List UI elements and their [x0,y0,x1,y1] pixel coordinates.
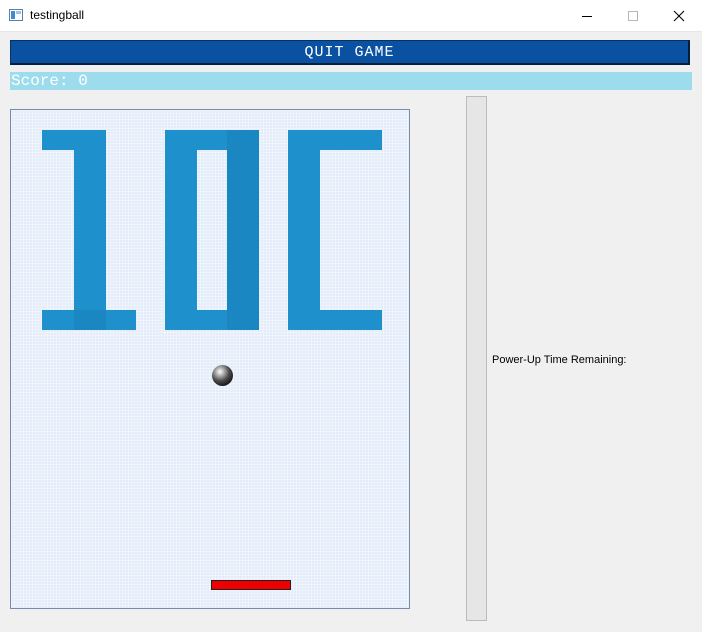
brick [42,310,74,330]
close-icon [673,10,685,21]
maximize-button[interactable] [610,0,656,31]
brick [288,130,320,330]
brick [106,310,136,330]
brick [74,130,106,150]
brick [165,130,197,330]
brick [74,150,106,310]
game-field [10,109,410,609]
minimize-icon [582,15,592,17]
brick [352,310,382,330]
brick [352,130,382,150]
close-button[interactable] [656,0,702,31]
brick [42,130,74,150]
minimize-button[interactable] [564,0,610,31]
maximize-icon [628,10,638,21]
brick [320,310,352,330]
title-bar: testingball [0,0,702,32]
brick [197,310,227,330]
score-display: Score: 0 [10,72,692,90]
brick [197,130,227,150]
brick [74,310,106,330]
app-window-icon [9,9,23,21]
paddle[interactable] [211,580,291,590]
window-title: testingball [30,8,85,22]
powerup-progress-bar [466,96,487,621]
brick [227,130,259,330]
powerup-time-label: Power-Up Time Remaining: [492,354,627,366]
brick [320,130,352,150]
ball [212,365,233,386]
quit-game-button[interactable]: QUIT GAME [10,40,690,65]
